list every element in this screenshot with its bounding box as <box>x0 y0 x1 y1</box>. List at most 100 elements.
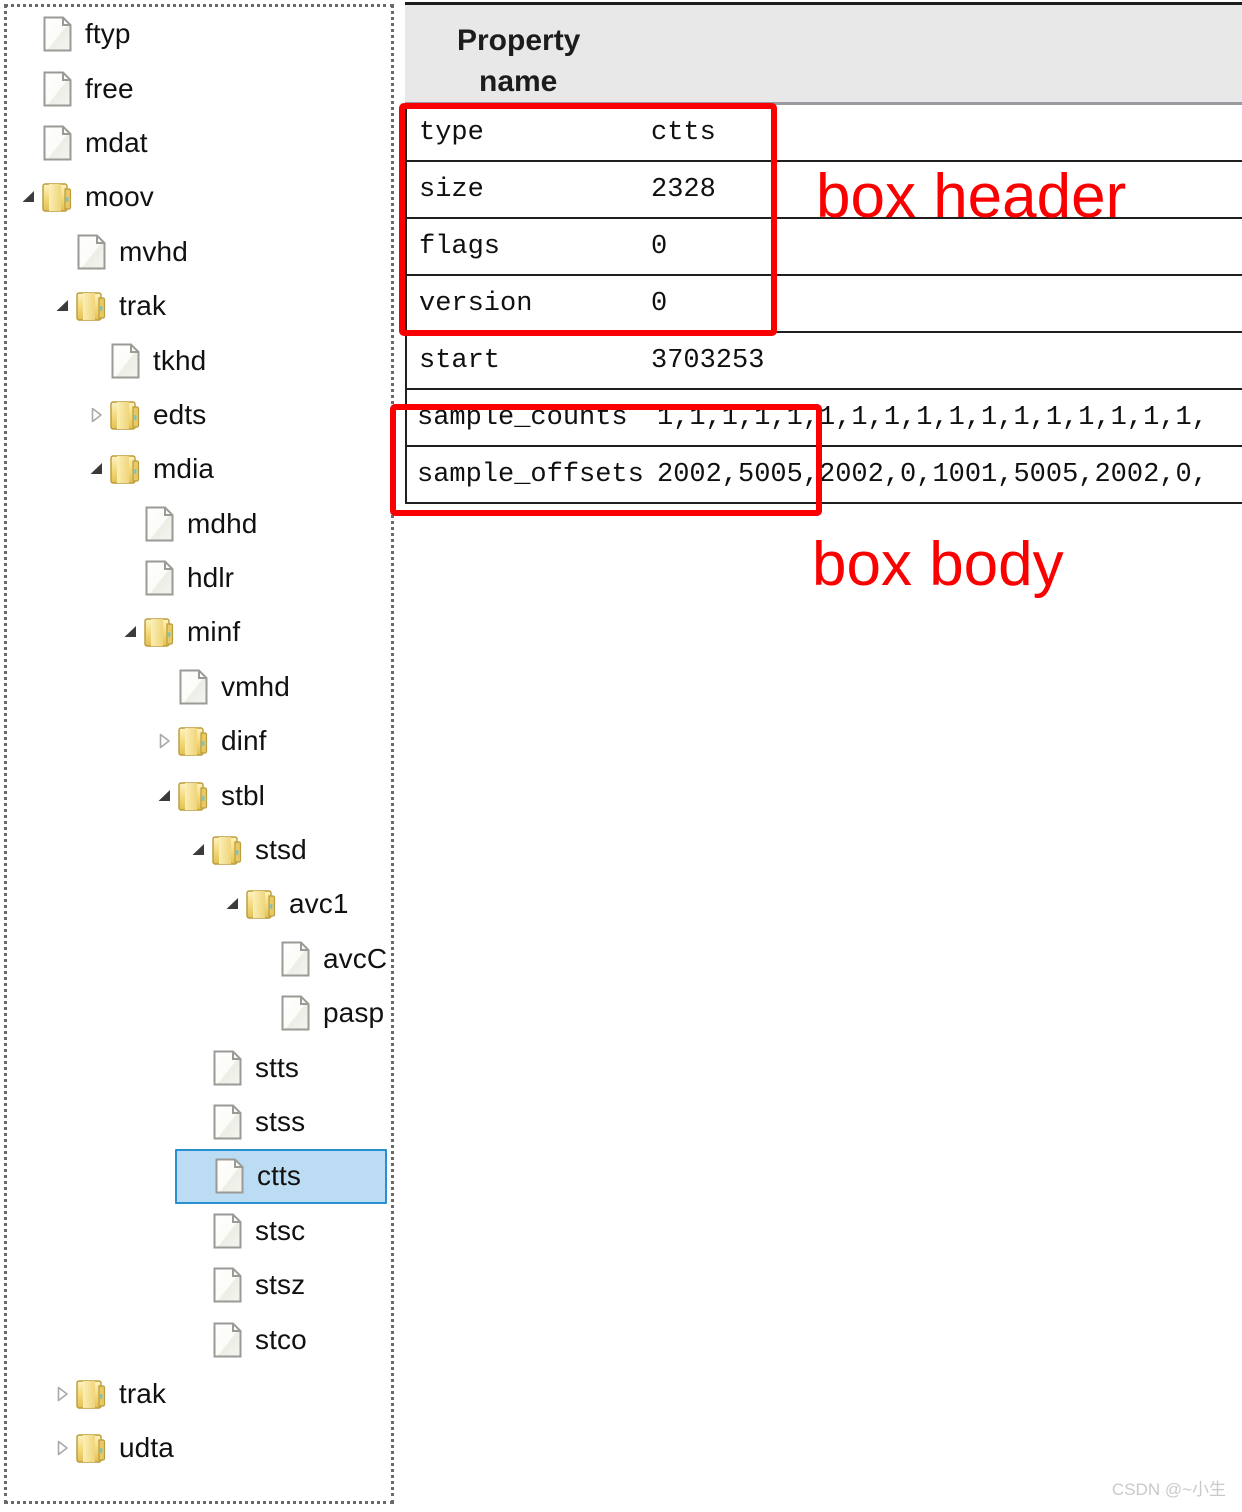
file-icon <box>41 15 75 53</box>
folder-icon <box>75 1429 109 1467</box>
property-row[interactable]: type ctts <box>405 105 1242 162</box>
file-icon <box>211 1049 245 1087</box>
tree-item[interactable]: mdhd <box>7 497 391 551</box>
file-icon <box>211 1212 245 1250</box>
tree-item[interactable]: stsd <box>7 823 391 877</box>
triangle-down-icon[interactable] <box>15 183 41 211</box>
file-icon <box>143 559 177 597</box>
tree-item-label: vmhd <box>221 670 290 702</box>
file-icon <box>109 342 143 380</box>
box-header-annotation-label: box header <box>816 162 1127 231</box>
file-icon <box>279 994 313 1032</box>
property-row[interactable]: version 0 <box>405 276 1242 333</box>
property-name-cell: sample_counts <box>417 402 628 433</box>
tree-item[interactable]: stsz <box>7 1258 391 1312</box>
tree-item-label: stss <box>255 1106 306 1137</box>
file-icon <box>211 1103 245 1141</box>
tree-item-label: trak <box>119 290 167 322</box>
tree-item[interactable]: mdia <box>7 442 391 496</box>
box-tree-panel[interactable]: ftyp free mdat moov mvhd trak tkhd edts mdia mdhd… <box>4 4 394 1504</box>
file-icon <box>41 70 75 108</box>
tree-item-label: udta <box>119 1432 174 1464</box>
triangle-right-icon[interactable] <box>83 401 109 429</box>
tree-item[interactable]: hdlr <box>7 551 391 605</box>
tree-item[interactable]: stco <box>7 1312 391 1366</box>
property-row[interactable]: sample_counts 1,1,1,1,1,1,1,1,1,1,1,1,1,1… <box>405 390 1242 447</box>
folder-icon <box>143 613 177 651</box>
tree-item[interactable]: stts <box>7 1040 391 1094</box>
triangle-right-icon[interactable] <box>49 1434 75 1462</box>
property-row[interactable]: sample_offsets 2002,5005,2002,0,1001,5005… <box>405 447 1242 504</box>
tree-item[interactable]: avc1 <box>7 877 391 931</box>
folder-icon <box>75 287 109 325</box>
file-icon <box>143 505 177 543</box>
file-icon <box>211 1321 245 1359</box>
property-name-cell: type <box>419 117 484 148</box>
tree-item-label: stbl <box>221 779 265 811</box>
tree-item[interactable]: stsc <box>7 1204 391 1258</box>
tree-item[interactable]: udta <box>7 1421 391 1475</box>
folder-icon <box>177 722 211 760</box>
tree-item-label: tkhd <box>153 344 207 376</box>
file-icon <box>177 668 211 706</box>
triangle-down-icon[interactable] <box>83 455 109 483</box>
tree-item[interactable]: vmhd <box>7 660 391 714</box>
triangle-down-icon[interactable] <box>185 836 211 864</box>
table-header-label-property: Property <box>457 24 581 57</box>
tree-item[interactable]: ftyp <box>7 7 391 61</box>
tree-item[interactable]: trak <box>7 279 391 333</box>
folder-icon <box>177 777 211 815</box>
tree-item[interactable]: moov <box>7 170 391 224</box>
property-name-cell: sample_offsets <box>417 459 644 490</box>
tree-item[interactable]: tkhd <box>7 333 391 387</box>
tree-item-label: hdlr <box>187 562 235 594</box>
folder-icon <box>109 396 143 434</box>
triangle-down-icon[interactable] <box>219 890 245 918</box>
property-value-cell: 0 <box>651 288 668 319</box>
triangle-down-icon[interactable] <box>151 782 177 810</box>
property-name-cell: start <box>419 345 501 376</box>
folder-icon <box>109 450 143 488</box>
file-icon <box>213 1157 247 1195</box>
triangle-down-icon[interactable] <box>117 618 143 646</box>
triangle-right-icon[interactable] <box>151 727 177 755</box>
box-body-annotation-label: box body <box>812 530 1064 599</box>
tree-item[interactable]: dinf <box>7 714 391 768</box>
property-value-cell: 0 <box>651 231 668 262</box>
tree-item-label: pasp <box>323 997 385 1029</box>
triangle-down-icon[interactable] <box>49 292 75 320</box>
tree-item[interactable]: edts <box>7 388 391 442</box>
tree-item-label: avc1 <box>289 888 349 920</box>
tree-item[interactable]: stss <box>7 1095 391 1149</box>
triangle-right-icon[interactable] <box>49 1380 75 1408</box>
tree-item[interactable]: pasp <box>7 986 391 1040</box>
tree-item-label: avcC <box>323 942 388 974</box>
tree-item[interactable]: avcC <box>7 932 391 986</box>
property-row[interactable]: start 3703253 <box>405 333 1242 390</box>
property-value-cell: 1,1,1,1,1,1,1,1,1,1,1,1,1,1,1,1,1, <box>657 402 1208 433</box>
tree-item[interactable]: trak <box>7 1367 391 1421</box>
tree-item[interactable]: mdat <box>7 116 391 170</box>
tree-item[interactable]: minf <box>7 605 391 659</box>
property-name-cell: version <box>419 288 533 319</box>
tree-item-label: mdia <box>153 453 215 485</box>
tree-item-selected[interactable]: ctts <box>175 1149 387 1204</box>
tree-item[interactable]: mvhd <box>7 225 391 279</box>
folder-icon <box>211 831 245 869</box>
file-icon <box>75 233 109 271</box>
tree-item[interactable]: free <box>7 61 391 115</box>
tree-item-label: stsz <box>255 1269 306 1301</box>
tree-item[interactable]: stbl <box>7 768 391 822</box>
